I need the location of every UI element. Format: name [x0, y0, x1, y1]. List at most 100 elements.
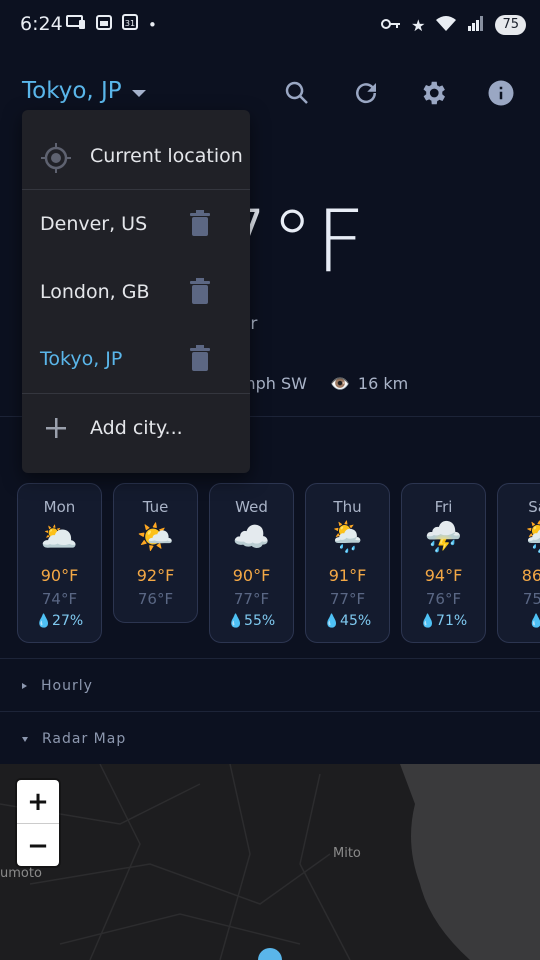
droplet-icon: 💧 [528, 614, 540, 629]
divider [0, 711, 540, 712]
cloud-icon: ☁️ [232, 520, 271, 555]
menu-item-city-tokyo[interactable]: Tokyo, JP [22, 337, 250, 381]
droplet-icon: 💧 [419, 614, 437, 629]
search-icon[interactable] [280, 76, 314, 110]
forecast-low: 77°F [329, 590, 366, 608]
gear-icon[interactable] [416, 76, 450, 110]
menu-item-current-location[interactable]: Current location [22, 134, 250, 178]
visibility-value: 16 km [357, 374, 409, 393]
section-hourly-label: Hourly [41, 678, 93, 694]
forecast-high: 90°F [232, 566, 271, 585]
menu-item-city-denver[interactable]: Denver, US [22, 202, 250, 246]
divider [22, 189, 250, 190]
menu-item-label: London, GB [40, 281, 150, 303]
trash-icon[interactable] [190, 210, 210, 236]
forecast-low: 77°F [233, 590, 270, 608]
forecast-card[interactable]: Thu 🌦️ 91°F 77°F 💧45% [305, 483, 390, 643]
rain-chance: 71% [436, 613, 468, 629]
forecast-day: Mon [43, 498, 76, 516]
sun-rain-icon: 🌦️ [328, 520, 367, 555]
menu-item-label: Add city... [90, 417, 183, 439]
menu-item-label: Tokyo, JP [40, 348, 123, 370]
zoom-out-button[interactable]: − [17, 824, 59, 867]
forecast-high: 90°F [40, 566, 79, 585]
battery-icon: 75 [495, 15, 526, 35]
trash-icon[interactable] [190, 345, 210, 371]
eye-icon: 👁️ [330, 374, 350, 393]
droplet-icon: 💧 [35, 614, 53, 629]
menu-item-city-london[interactable]: London, GB [22, 270, 250, 314]
map-label: umoto [0, 866, 42, 881]
forecast-high: 86°F [521, 566, 540, 585]
forecast-day: Fri [434, 498, 453, 516]
chevron-right-icon [22, 683, 27, 689]
forecast-low: 74°F [41, 590, 78, 608]
forecast-rain: 💧27% [18, 613, 101, 629]
visibility-info: 👁️ 16 km [330, 374, 408, 393]
divider [0, 658, 540, 659]
droplet-icon: 💧 [323, 614, 341, 629]
cast-icon [66, 14, 86, 35]
divider [22, 393, 250, 394]
forecast-card[interactable]: Tue 🌤️ 92°F 76°F [113, 483, 198, 623]
forecast-low: 75°F [522, 590, 540, 608]
sun-rain-icon: 🌦️ [498, 520, 540, 555]
forecast-card[interactable]: Wed ☁️ 90°F 77°F 💧55% [209, 483, 294, 643]
signal-icon [467, 15, 485, 35]
section-hourly[interactable]: Hourly [22, 678, 93, 694]
forecast-card[interactable]: Sat 🌦️ 86°F 75°F 💧5 [497, 483, 540, 643]
thunderstorm-icon: ⛈️ [424, 520, 463, 555]
rain-chance: 45% [340, 613, 372, 629]
info-icon[interactable] [484, 76, 518, 110]
city-selector[interactable]: Tokyo, JP [22, 78, 146, 104]
location-target-icon [40, 142, 72, 178]
map-tiles [0, 764, 540, 960]
zoom-control: + − [17, 780, 59, 866]
sun-behind-cloud-icon: 🌤️ [136, 520, 175, 555]
status-bar: 6:24 31 • ★ 75 [0, 0, 540, 50]
forecast-rain: 💧71% [402, 613, 485, 629]
forecast-day: Tue [142, 498, 169, 516]
forecast-high: 92°F [136, 566, 175, 585]
menu-item-add-city[interactable]: Add city... [22, 406, 250, 450]
chevron-down-icon [131, 89, 146, 97]
wind-info: mph SW [240, 374, 307, 393]
forecast-rain: 💧45% [306, 613, 389, 629]
forecast-day: Sat [528, 498, 540, 516]
forecast-card[interactable]: Mon 🌥️ 90°F 74°F 💧27% [17, 483, 102, 643]
droplet-icon: 💧 [227, 614, 245, 629]
forecast-day: Wed [235, 498, 268, 516]
forecast-day: Thu [333, 498, 362, 516]
svg-text:31: 31 [125, 19, 135, 28]
forecast-rain: 💧55% [210, 613, 293, 629]
plus-icon [44, 416, 68, 444]
wifi-icon [435, 14, 457, 36]
zoom-in-button[interactable]: + [17, 780, 59, 823]
city-name: Tokyo, JP [22, 78, 122, 104]
chevron-down-icon [22, 736, 28, 742]
star-icon: ★ [411, 15, 426, 35]
dot-icon: • [148, 15, 157, 34]
map-label-mito: Mito [333, 846, 361, 861]
menu-item-label: Current location [90, 145, 243, 167]
trash-icon[interactable] [190, 278, 210, 304]
forecast-card[interactable]: Fri ⛈️ 94°F 76°F 💧71% [401, 483, 486, 643]
calendar-icon [96, 14, 112, 35]
section-radar[interactable]: Radar Map [22, 731, 126, 747]
refresh-icon[interactable] [349, 76, 383, 110]
calendar-31-icon: 31 [122, 14, 138, 35]
radar-map[interactable]: N Mito umoto + − [0, 764, 540, 960]
menu-item-label: Denver, US [40, 213, 148, 235]
rain-chance: 27% [52, 613, 84, 629]
forecast-high: 94°F [424, 566, 463, 585]
forecast-low: 76°F [137, 590, 174, 608]
rain-chance: 55% [244, 613, 276, 629]
forecast-rain: 💧5 [498, 613, 540, 629]
city-dropdown: Current location Denver, US London, GB T… [22, 110, 250, 473]
daily-forecast: Mon 🌥️ 90°F 74°F 💧27% Tue 🌤️ 92°F 76°F W… [17, 483, 540, 643]
section-radar-label: Radar Map [42, 731, 127, 747]
partly-cloudy-icon: 🌥️ [40, 520, 79, 555]
forecast-high: 91°F [328, 566, 367, 585]
status-time: 6:24 [20, 13, 63, 35]
forecast-low: 76°F [425, 590, 462, 608]
